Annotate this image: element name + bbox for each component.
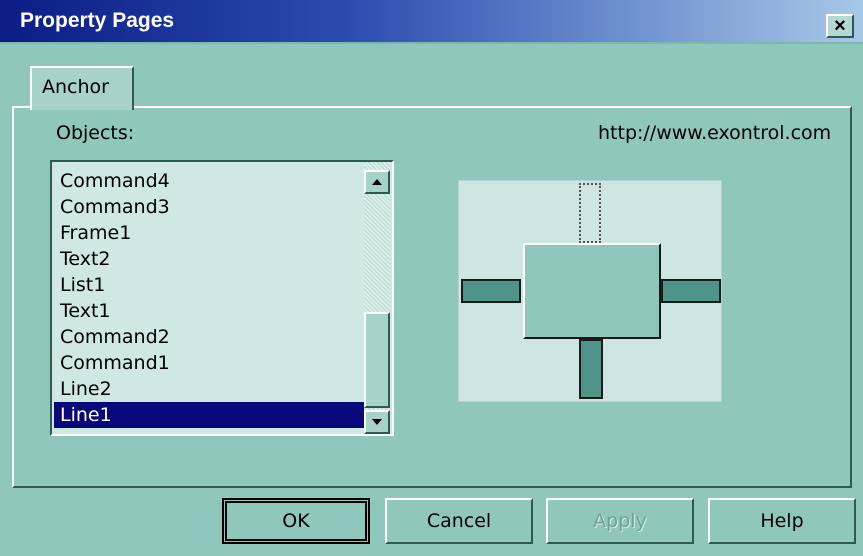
objects-list: Command4 Command3 Frame1 Text2 List1 Tex… — [54, 168, 364, 428]
ok-button[interactable]: OK — [222, 498, 370, 544]
list-item[interactable]: Text1 — [54, 298, 364, 324]
arrow-down-icon — [372, 418, 382, 425]
tab-anchor-label: Anchor — [42, 76, 109, 98]
list-item[interactable]: Text2 — [54, 246, 364, 272]
vertical-scrollbar[interactable] — [364, 162, 390, 434]
list-item[interactable]: List1 — [54, 272, 364, 298]
scroll-down-button[interactable] — [364, 410, 390, 434]
list-item[interactable]: Frame1 — [54, 220, 364, 246]
scroll-up-button[interactable] — [364, 170, 390, 194]
objects-label: Objects: — [56, 122, 135, 144]
anchor-right-toggle[interactable] — [661, 279, 721, 303]
anchor-bottom-toggle[interactable] — [579, 339, 603, 399]
arrow-up-icon — [372, 178, 382, 185]
apply-button[interactable]: Apply — [546, 498, 694, 544]
scroll-thumb[interactable] — [364, 312, 390, 408]
anchor-preview — [458, 180, 722, 402]
window-title: Property Pages — [20, 9, 175, 32]
objects-listbox[interactable]: Command4 Command3 Frame1 Text2 List1 Tex… — [50, 160, 394, 436]
cancel-button[interactable]: Cancel — [385, 498, 533, 544]
list-item[interactable]: Command1 — [54, 350, 364, 376]
anchor-left-toggle[interactable] — [461, 279, 521, 303]
anchor-top-toggle[interactable] — [579, 183, 601, 243]
anchored-object — [523, 243, 661, 339]
close-icon: × — [834, 15, 846, 37]
list-item-selected[interactable]: Line1 — [54, 402, 364, 428]
list-item[interactable]: Command4 — [54, 168, 364, 194]
title-bar[interactable]: Property Pages × — [0, 0, 863, 44]
close-button[interactable]: × — [826, 14, 854, 38]
list-item[interactable]: Command2 — [54, 324, 364, 350]
list-item[interactable]: Line2 — [54, 376, 364, 402]
url-link[interactable]: http://www.exontrol.com — [598, 122, 831, 144]
help-button[interactable]: Help — [708, 498, 856, 544]
tab-anchor[interactable]: Anchor — [30, 66, 134, 110]
list-item[interactable]: Command3 — [54, 194, 364, 220]
